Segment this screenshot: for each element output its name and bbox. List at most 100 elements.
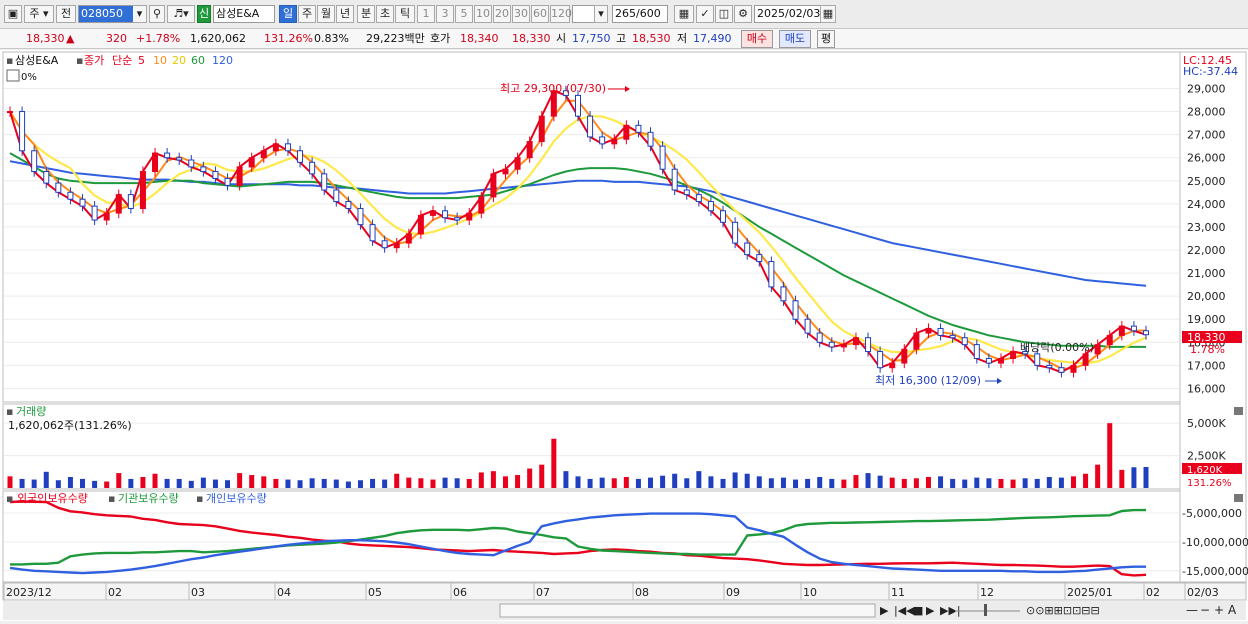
interval-10[interactable]: 10 xyxy=(474,5,492,23)
volume-bar xyxy=(563,471,569,488)
legend-institution: 기관보유수량 xyxy=(118,492,179,505)
calendar-icon[interactable]: ▦ xyxy=(820,5,836,23)
volume-bar xyxy=(152,473,158,488)
volume-bar xyxy=(1046,476,1052,488)
candle-body xyxy=(852,337,859,346)
volume-bar xyxy=(623,476,629,488)
candle-body xyxy=(115,194,122,214)
tab-second[interactable]: 초 xyxy=(376,5,394,23)
zoom-slider-handle[interactable] xyxy=(984,604,987,616)
tab-year[interactable]: 년 xyxy=(336,5,354,23)
volume-bar xyxy=(92,480,98,488)
hc-label: HC:-37.44 xyxy=(1183,65,1238,78)
save-icon[interactable]: ◫ xyxy=(715,5,733,23)
volume-bar xyxy=(128,478,134,488)
interval-3[interactable]: 3 xyxy=(436,5,454,23)
draw-tool-icon[interactable]: ✓ xyxy=(696,5,714,23)
volume-bar xyxy=(478,472,484,488)
candle-body xyxy=(212,171,219,179)
scroll-first-icon[interactable]: |◀◀ xyxy=(894,604,915,617)
scroll-right-icon[interactable]: ▶ xyxy=(880,604,889,617)
holdings-tick-label: -15,000,000 xyxy=(1182,565,1248,578)
main-toolbar: ▣ 주 ▾ 전 028050 ▾ ⚲ ♬▾ 신 삼성E&A 일 주 월 년 분 … xyxy=(0,0,1248,29)
legend-ma120: 120 xyxy=(212,54,233,67)
prev-button[interactable]: 전 xyxy=(56,5,76,23)
zoom-plus-icon[interactable]: + xyxy=(1214,603,1224,617)
volume-bar xyxy=(19,478,25,488)
speaker-icon[interactable]: ♬▾ xyxy=(167,5,195,23)
buy-button[interactable]: 매수 xyxy=(741,30,773,48)
candle-body xyxy=(502,168,509,175)
candle-body xyxy=(224,177,231,186)
candle-body xyxy=(490,173,497,198)
volume-bar xyxy=(104,481,110,488)
tab-day[interactable]: 일 xyxy=(279,5,297,23)
volume-bar xyxy=(394,473,400,488)
volume-bar xyxy=(962,479,968,488)
chart-svg[interactable]: 29,000 28,000 27,000 26,000 25,000 24,000 23,0… xyxy=(0,50,1248,621)
candle-body xyxy=(1010,351,1017,359)
candle-body xyxy=(877,351,884,369)
tab-tick[interactable]: 틱 xyxy=(395,5,415,23)
scale-toggle-icon[interactable] xyxy=(6,69,20,82)
volume-bar xyxy=(345,481,351,488)
volume-bar xyxy=(212,479,218,488)
evaluate-button[interactable]: 평 xyxy=(817,30,835,48)
panel-close-icon[interactable] xyxy=(1234,407,1243,415)
interval-120[interactable]: 120 xyxy=(550,5,572,23)
candle-body xyxy=(1046,364,1053,369)
play-icon[interactable]: ▶ xyxy=(926,604,935,617)
tab-week[interactable]: 주 xyxy=(298,5,316,23)
volume-bar xyxy=(1022,478,1028,488)
interval-30[interactable]: 30 xyxy=(512,5,530,23)
period-dropdown[interactable]: 주 ▾ xyxy=(24,5,54,23)
volume-bar xyxy=(877,475,883,488)
tab-month[interactable]: 월 xyxy=(317,5,335,23)
candle-type-icon[interactable]: ▦ xyxy=(674,5,694,23)
date-field[interactable]: 2025/02/03 xyxy=(754,5,822,23)
candle-body xyxy=(321,173,328,191)
sell-button[interactable]: 매도 xyxy=(779,30,811,48)
legend-square-icon: ▪ xyxy=(108,492,115,505)
volume-bar xyxy=(140,476,146,488)
chart-area[interactable]: 29,000 28,000 27,000 26,000 25,000 24,000 23,0… xyxy=(0,50,1248,621)
volume-bar xyxy=(938,476,944,488)
volume-title: 거래량 xyxy=(16,405,46,418)
candle-body xyxy=(913,332,920,350)
x-tick-label: 02 xyxy=(108,586,122,599)
horizontal-scrollbar[interactable] xyxy=(499,603,876,618)
interval-5[interactable]: 5 xyxy=(455,5,473,23)
holdings-tick-label: -10,000,000 xyxy=(1182,536,1248,549)
window-menu-icon[interactable]: ▣ xyxy=(4,5,22,23)
candle-body xyxy=(127,194,134,209)
volume-bar xyxy=(442,477,448,488)
volume-bar xyxy=(285,479,291,488)
chevron-down-icon[interactable]: ▾ xyxy=(133,5,147,23)
chevron-down-icon[interactable]: ▾ xyxy=(594,5,608,23)
zoom-out-icon[interactable]: — xyxy=(1186,603,1198,617)
gear-icon[interactable]: ⚙ xyxy=(734,5,752,23)
count-field[interactable]: 265/600 xyxy=(612,5,668,23)
volume-bar xyxy=(116,473,122,488)
view-icons[interactable]: ⊙⊙⊞⊞⊡⊡⊟⊟ xyxy=(1026,604,1100,617)
volume-bar xyxy=(539,464,545,488)
zoom-minus-icon[interactable]: − xyxy=(1200,603,1210,617)
volume-bar xyxy=(43,471,49,488)
search-icon[interactable]: ⚲ xyxy=(149,5,165,23)
candle-body xyxy=(671,168,678,191)
candle-body xyxy=(405,233,412,244)
interval-1[interactable]: 1 xyxy=(417,5,435,23)
stock-name-field[interactable]: 삼성E&A xyxy=(213,5,275,23)
text-size-icon[interactable]: A xyxy=(1228,603,1237,617)
panel-close-icon[interactable] xyxy=(1234,494,1243,502)
candle-body xyxy=(1070,364,1077,373)
tab-minute[interactable]: 분 xyxy=(357,5,375,23)
volume-bar xyxy=(261,476,267,488)
stock-code-input[interactable]: 028050 xyxy=(78,5,138,23)
interval-20[interactable]: 20 xyxy=(493,5,511,23)
interval-60[interactable]: 60 xyxy=(531,5,549,23)
candle-body xyxy=(889,362,896,369)
volume-value: 1,620,062 xyxy=(190,32,246,45)
volume-bar xyxy=(1131,467,1137,488)
stop-icon[interactable]: ■ xyxy=(913,604,923,617)
